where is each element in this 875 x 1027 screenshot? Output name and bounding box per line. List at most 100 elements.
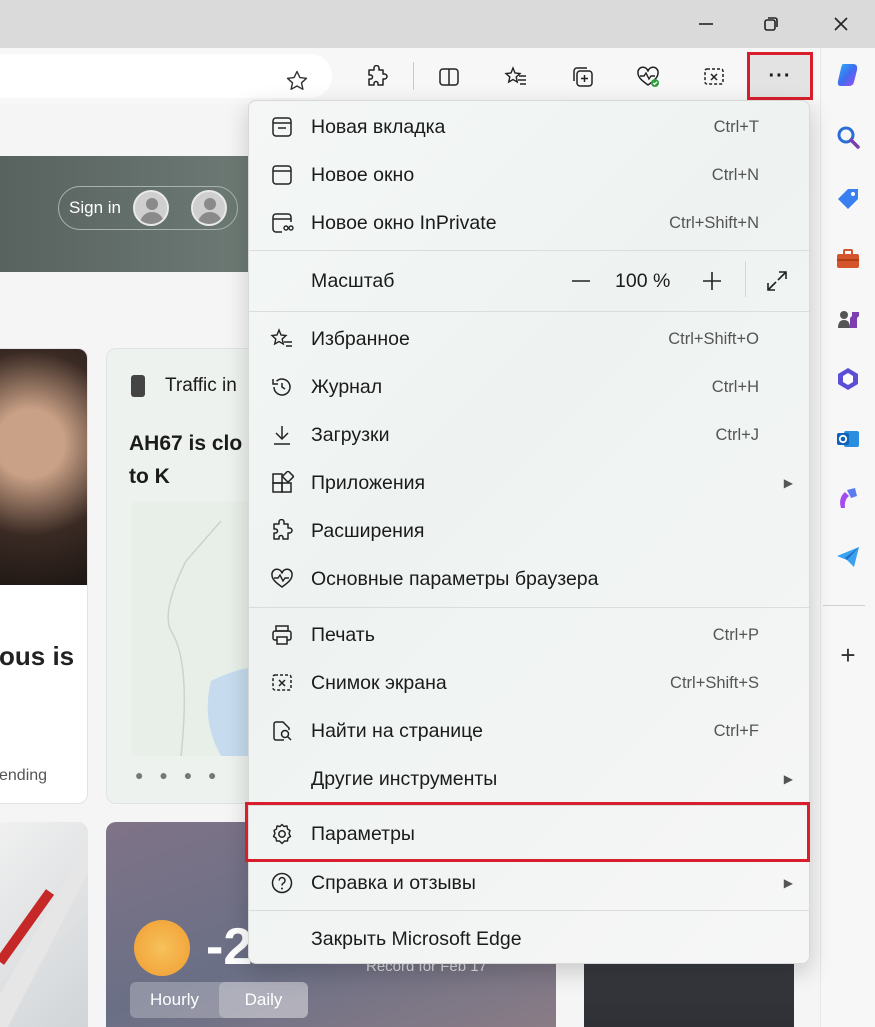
- traffic-card[interactable]: Traffic in AH67 is clo улица to K ● ● ● …: [106, 348, 256, 804]
- menu-item-close-edge[interactable]: Закрыть Microsoft Edge: [249, 915, 811, 963]
- menu-item-label: Другие инструменты: [311, 767, 498, 790]
- traffic-map: [131, 501, 255, 757]
- outlook-icon: [837, 431, 859, 447]
- traffic-header: Traffic in: [165, 375, 237, 396]
- carousel-dots[interactable]: ● ● ● ●: [135, 767, 223, 783]
- menu-item-shortcut: Ctrl+H: [711, 377, 759, 396]
- menu-item-find-on-page[interactable]: Найти на странице Ctrl+F: [249, 707, 811, 755]
- close-window-button[interactable]: [811, 4, 871, 44]
- menu-item-new-inprivate-window[interactable]: Новое окно InPrivate Ctrl+Shift+N: [249, 199, 811, 247]
- sign-in-button[interactable]: Sign in: [58, 186, 238, 230]
- sidebar-divider: [823, 605, 865, 606]
- toolbar: ···: [0, 48, 820, 104]
- extensions-button[interactable]: [357, 58, 397, 96]
- zoom-out-button[interactable]: [563, 263, 599, 299]
- sidebar-shopping-button[interactable]: [831, 182, 865, 216]
- menu-item-label: Печать: [311, 623, 375, 646]
- sidebar-microsoft365-button[interactable]: [831, 362, 865, 396]
- sign-in-label: Sign in: [69, 198, 121, 217]
- find-on-page-icon: [269, 718, 295, 744]
- menu-item-label: Приложения: [311, 471, 426, 494]
- news-card[interactable]: ous is ending: [0, 348, 88, 804]
- minimize-button[interactable]: [676, 4, 736, 44]
- settings-and-more-button[interactable]: ···: [747, 52, 813, 100]
- weather-tab-hourly[interactable]: Hourly: [130, 982, 219, 1018]
- screenshot-button[interactable]: [694, 58, 734, 96]
- menu-item-label: Новая вкладка: [311, 115, 446, 138]
- screenshot-icon: [269, 670, 295, 696]
- browser-essentials-icon: [637, 66, 659, 87]
- sidebar-search-button[interactable]: [831, 120, 865, 154]
- history-icon: [269, 374, 295, 400]
- news-footer: ending: [0, 767, 48, 784]
- sidebar-send-button[interactable]: [831, 540, 865, 574]
- weather-partly-cloudy-icon: [134, 920, 190, 976]
- sidebar-designer-button[interactable]: [831, 482, 865, 516]
- menu-item-favorites[interactable]: Избранное Ctrl+Shift+O: [249, 315, 811, 363]
- restore-button[interactable]: [741, 4, 801, 44]
- avatar: [190, 190, 227, 226]
- menu-item-extensions[interactable]: Расширения: [249, 507, 811, 555]
- fullscreen-button[interactable]: [759, 263, 795, 299]
- minimize-icon: [699, 23, 713, 25]
- settings-highlight-box: [245, 802, 810, 862]
- sidebar-tools-button[interactable]: [831, 242, 865, 276]
- menu-item-new-window[interactable]: Новое окно Ctrl+N: [249, 151, 811, 199]
- fullscreen-icon: [767, 271, 787, 291]
- menu-item-downloads[interactable]: Загрузки Ctrl+J: [249, 411, 811, 459]
- more-icon: ···: [768, 64, 792, 87]
- menu-item-shortcut: Ctrl+F: [713, 721, 759, 740]
- menu-item-history[interactable]: Журнал Ctrl+H: [249, 363, 811, 411]
- menu-item-new-tab[interactable]: Новая вкладка Ctrl+T: [249, 103, 811, 151]
- menu-item-shortcut: Ctrl+Shift+O: [668, 329, 759, 348]
- weather-tab-daily[interactable]: Daily: [219, 982, 308, 1018]
- sidebar-add-button[interactable]: +: [831, 638, 865, 672]
- menu-item-label: Новое окно: [311, 163, 415, 186]
- menu-item-screenshot[interactable]: Снимок экрана Ctrl+Shift+S: [249, 659, 811, 707]
- menu-item-label: Основные параметры браузера: [311, 567, 599, 590]
- copilot-button[interactable]: [831, 58, 865, 92]
- star-icon: [286, 70, 308, 90]
- split-screen-button[interactable]: [429, 58, 469, 96]
- traffic-title: AH67 is clo улица to K: [129, 432, 255, 488]
- submenu-arrow-icon: ▶: [783, 772, 793, 786]
- zoom-in-button[interactable]: [694, 263, 730, 299]
- copilot-icon: [837, 64, 858, 86]
- favorites-icon: [504, 66, 526, 85]
- menu-item-zoom: Масштаб 100 %: [249, 253, 811, 309]
- menu-item-help-and-feedback[interactable]: Справка и отзывы ▶: [249, 859, 811, 907]
- menu-item-print[interactable]: Печать Ctrl+P: [249, 611, 811, 659]
- address-bar[interactable]: [0, 54, 332, 98]
- zoom-level: 100 %: [615, 269, 671, 292]
- sidebar-outlook-button[interactable]: [831, 422, 865, 456]
- menu-item-shortcut: Ctrl+T: [713, 117, 759, 136]
- menu-divider: [249, 311, 811, 312]
- games-icon: [838, 311, 859, 328]
- favorites-button[interactable]: [496, 58, 536, 96]
- menu-item-apps[interactable]: Приложения ▶: [249, 459, 811, 507]
- news-title: ous is: [0, 641, 75, 671]
- menu-item-shortcut: Ctrl+Shift+S: [670, 673, 759, 692]
- menu-item-label: Новое окно InPrivate: [311, 211, 497, 234]
- zoom-divider: [745, 261, 746, 297]
- add-favorite-button[interactable]: [280, 64, 314, 98]
- collections-icon: [573, 67, 593, 87]
- sidebar-games-button[interactable]: [831, 302, 865, 336]
- microsoft365-icon: [838, 368, 858, 390]
- minus-icon: [572, 280, 590, 282]
- inprivate-icon: [269, 210, 295, 236]
- menu-item-browser-essentials[interactable]: Основные параметры браузера: [249, 555, 811, 603]
- weather-tabs: Hourly Daily: [130, 982, 308, 1018]
- menu-item-label: Избранное: [311, 327, 410, 350]
- collections-button[interactable]: [563, 58, 603, 96]
- menu-item-shortcut: Ctrl+Shift+N: [669, 213, 759, 232]
- menu-item-more-tools[interactable]: Другие инструменты ▶: [249, 755, 811, 803]
- browser-essentials-button[interactable]: [628, 58, 668, 96]
- restore-icon: [764, 17, 778, 31]
- shopping-tag-icon: [838, 189, 858, 209]
- plane-card[interactable]: [0, 822, 88, 1027]
- avatar: [132, 190, 169, 226]
- menu-item-label: Снимок экрана: [311, 671, 447, 694]
- browser-essentials-icon: [269, 566, 295, 592]
- menu-item-label: Расширения: [311, 519, 425, 542]
